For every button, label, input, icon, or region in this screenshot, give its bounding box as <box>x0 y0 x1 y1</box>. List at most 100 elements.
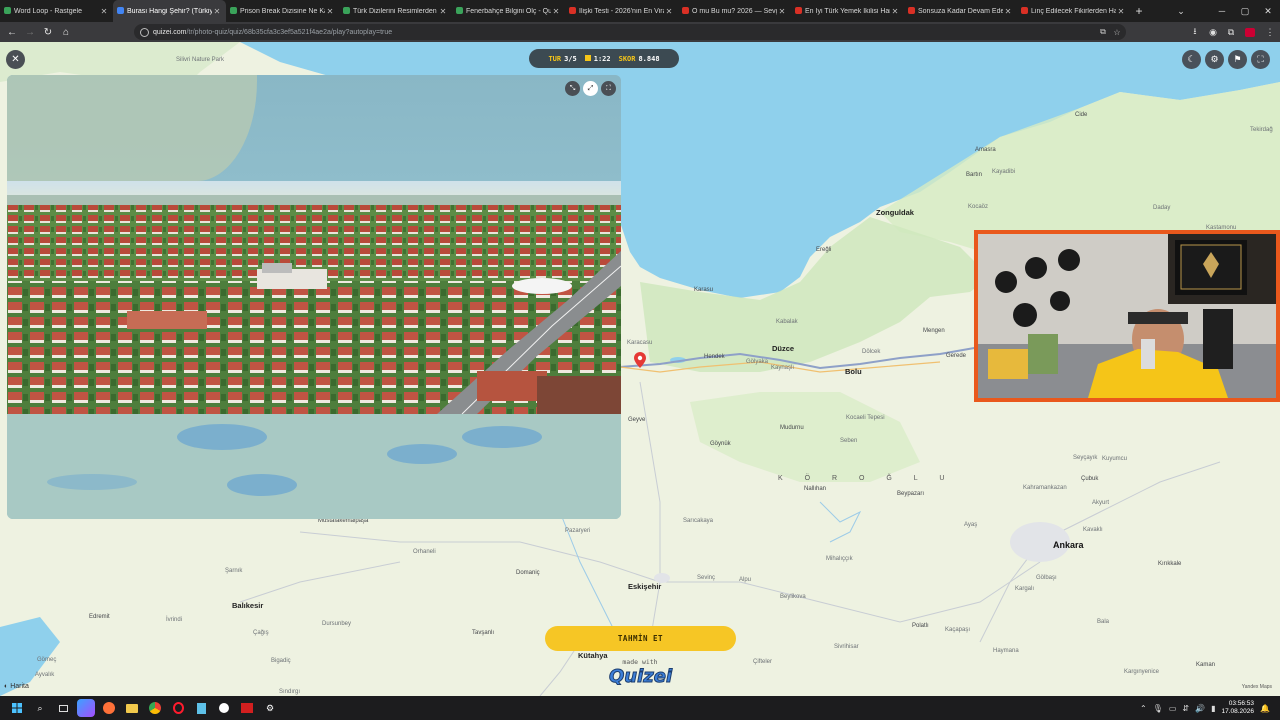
address-bar[interactable]: quizei.com/tr/photo-quiz/quiz/68b35cfa3c… <box>134 24 1126 40</box>
round-indicator: TUR 3/5 <box>548 54 577 63</box>
forward-icon[interactable]: → <box>21 23 39 41</box>
install-app-icon[interactable]: ⧉ <box>1096 24 1110 40</box>
window-close-button[interactable]: ✕ <box>1257 0 1279 22</box>
map-place-label: Mudurnu <box>780 425 804 431</box>
tab-search-icon[interactable]: ⌄ <box>1170 0 1192 22</box>
dark-mode-icon[interactable]: ☾ <box>1182 50 1201 69</box>
notifications-icon[interactable]: 🔔 <box>1260 704 1270 713</box>
chrome-icon[interactable] <box>146 699 164 717</box>
firefox-icon[interactable] <box>100 699 118 717</box>
map-attribution[interactable]: Yandex Maps <box>1242 684 1272 690</box>
tab-label: İlişki Testi - 2026'nın En Viral Te <box>579 7 664 15</box>
tray-chevron-icon[interactable]: ⌃ <box>1140 704 1147 713</box>
map-type-toggle[interactable]: ◐ Harita <box>4 683 29 690</box>
battery-icon[interactable]: ▮ <box>1211 704 1215 713</box>
score-indicator: SKOR 8.848 <box>618 54 660 63</box>
settings-app-icon[interactable]: ⚙ <box>261 699 279 717</box>
mic-icon[interactable]: 🎙 <box>1153 704 1163 713</box>
browser-tab[interactable]: Türk Dizilerini Resimlerden Tahr✕ <box>339 0 452 22</box>
browser-tab[interactable]: Prison Break Dizisine Ne Kadar✕ <box>226 0 339 22</box>
tab-favicon-icon <box>569 7 576 14</box>
tab-favicon-icon <box>230 7 237 14</box>
map-place-label: Silivri Nature Park <box>176 57 225 63</box>
tab-close-icon[interactable]: ✕ <box>1003 7 1013 16</box>
app-icon[interactable] <box>215 699 233 717</box>
extension-icon[interactable]: ◉ <box>1205 23 1221 41</box>
tab-close-icon[interactable]: ✕ <box>890 7 900 16</box>
browser-tab[interactable]: Fenerbahçe Bilgini Ölç - Quizei✕ <box>452 0 565 22</box>
tab-label: Linç Edilecek Fikirlerden Hangis <box>1031 7 1116 15</box>
minimize-button[interactable]: ─ <box>1211 0 1233 22</box>
opera-icon[interactable] <box>169 699 187 717</box>
new-tab-button[interactable]: + <box>1130 0 1148 22</box>
app-red-icon[interactable] <box>238 699 256 717</box>
tab-label: Fenerbahçe Bilgini Ölç - Quizei <box>466 7 551 15</box>
map-place-label: Geyve <box>628 417 646 423</box>
map-place-label: Ayvalık <box>35 672 55 678</box>
fullscreen-icon[interactable]: ⛶ <box>1251 50 1270 69</box>
bookmark-star-icon[interactable]: ☆ <box>1110 24 1124 40</box>
tab-close-icon[interactable]: ✕ <box>1116 7 1126 16</box>
map-place-label: Hendek <box>704 354 725 360</box>
back-icon[interactable]: ← <box>3 23 21 41</box>
game-hud: TUR 3/5 1:22 SKOR 8.848 <box>529 49 679 68</box>
browser-tab[interactable]: O mu Bu mu? 2026 — Sevgilini✕ <box>678 0 791 22</box>
tab-label: Word Loop - Rastgele <box>14 7 82 15</box>
search-icon[interactable]: ⌕ <box>31 699 49 717</box>
map-place-label: Balıkesir <box>232 601 264 610</box>
windows-start-icon[interactable] <box>8 699 26 717</box>
network-icon[interactable]: ⇵ <box>1182 704 1189 713</box>
browser-tab[interactable]: En İyi Türk Yemek İkilisi Hangisi✕ <box>791 0 904 22</box>
clock[interactable]: 03:56:53 17.08.2026 <box>1221 700 1254 716</box>
expand-photo-icon[interactable]: ⤢ <box>583 81 598 96</box>
puzzle-icon[interactable]: ⧉ <box>1223 23 1239 41</box>
map-place-label: Ayaş <box>964 522 978 528</box>
map-place-label: İvrindi <box>166 617 183 623</box>
settings-icon[interactable]: ⚙ <box>1205 50 1224 69</box>
guess-marker-icon[interactable] <box>634 352 646 368</box>
clock-date: 17.08.2026 <box>1221 708 1255 715</box>
tab-favicon-icon <box>117 7 124 14</box>
browser-tab[interactable]: Word Loop - Rastgele ✕ <box>0 0 113 22</box>
tab-close-icon[interactable]: ✕ <box>325 7 335 16</box>
guess-button[interactable]: TAHMİN ET <box>545 626 736 651</box>
map-place-label: Çağış <box>253 630 269 636</box>
map-place-label: Tavşanlı <box>472 630 495 636</box>
display-icon[interactable]: ▭ <box>1169 704 1177 713</box>
flag-icon[interactable]: ⚑ <box>1228 50 1247 69</box>
home-icon[interactable]: ⌂ <box>57 23 75 41</box>
site-info-icon[interactable] <box>140 27 149 37</box>
copilot-icon[interactable] <box>77 699 95 717</box>
tab-close-icon[interactable]: ✕ <box>212 7 222 16</box>
map-place-label: Kuyumcu <box>1102 456 1128 462</box>
tab-close-icon[interactable]: ✕ <box>777 7 787 16</box>
browser-tab[interactable]: Linç Edilecek Fikirlerden Hangis✕ <box>1017 0 1130 22</box>
maximize-button[interactable]: ▢ <box>1234 0 1256 22</box>
close-game-button[interactable]: ✕ <box>6 50 25 69</box>
download-icon[interactable]: ⭳ <box>1187 23 1203 41</box>
notepad-icon[interactable] <box>192 699 210 717</box>
tab-close-icon[interactable]: ✕ <box>664 7 674 16</box>
browser-tab[interactable]: İlişki Testi - 2026'nın En Viral Te✕ <box>565 0 678 22</box>
browser-toolbar: ← → ↻ ⌂ quizei.com/tr/photo-quiz/quiz/68… <box>0 22 1280 42</box>
map-place-label: Kaynaşlı <box>771 365 795 371</box>
profile-icon[interactable] <box>1242 23 1258 41</box>
tab-close-icon[interactable]: ✕ <box>438 7 448 16</box>
tab-close-icon[interactable]: ✕ <box>99 7 109 16</box>
browser-tab[interactable]: Burası Hangi Şehir? (Türkiye) - Q✕ <box>113 0 226 22</box>
volume-icon[interactable]: 🔊 <box>1195 704 1205 713</box>
tab-close-icon[interactable]: ✕ <box>551 7 561 16</box>
menu-icon[interactable]: ⋮ <box>1262 23 1278 41</box>
file-explorer-icon[interactable] <box>123 699 141 717</box>
map-place-label: Seyçayık <box>1073 455 1098 461</box>
map-place-label: K Ö R O Ğ L U <box>778 475 955 482</box>
reload-icon[interactable]: ↻ <box>39 23 57 41</box>
tab-label: Burası Hangi Şehir? (Türkiye) - Q <box>127 7 212 15</box>
map-place-label: Pazaryeri <box>565 528 591 534</box>
fullscreen-photo-icon[interactable]: ⛶ <box>601 81 616 96</box>
task-view-icon[interactable] <box>54 699 72 717</box>
browser-tab[interactable]: Sonsuza Kadar Devam Edecek B✕ <box>904 0 1017 22</box>
shrink-photo-icon[interactable]: ⤡ <box>565 81 580 96</box>
quizei-logo[interactable]: Quizei <box>609 666 673 690</box>
map-place-label: Gerede <box>946 353 967 359</box>
